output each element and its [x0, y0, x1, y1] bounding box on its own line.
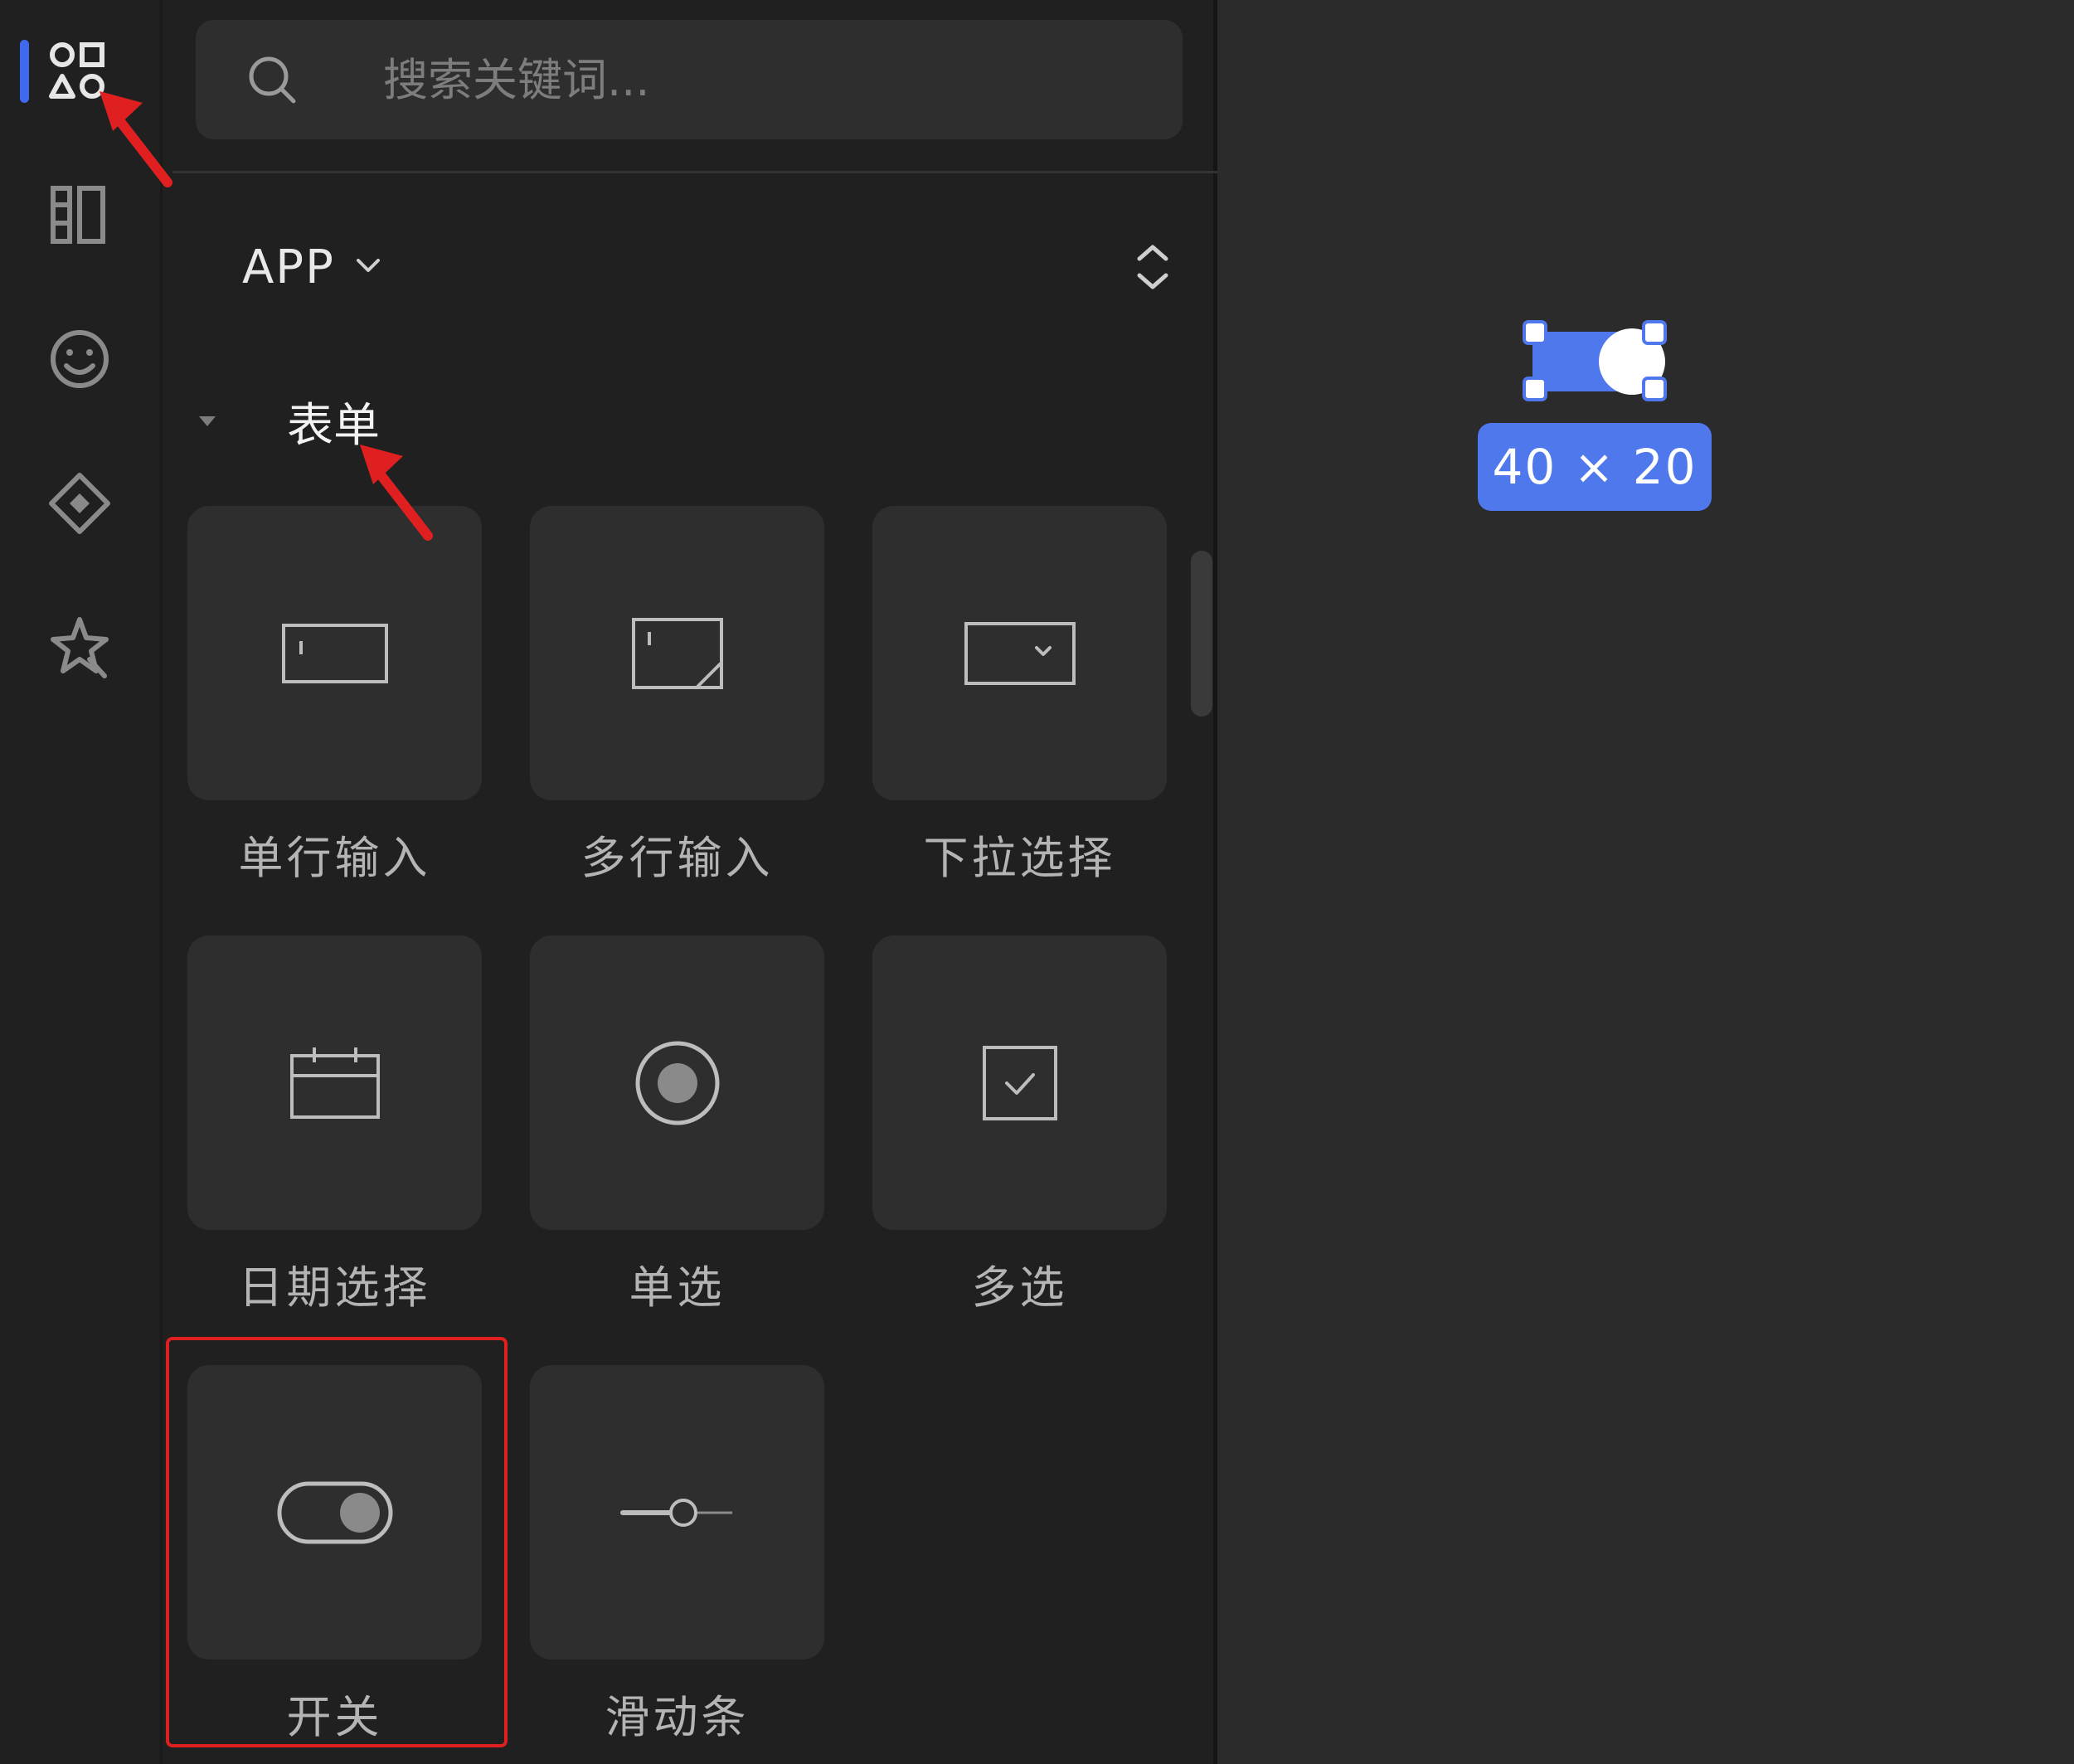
- panel-divider: [172, 171, 1217, 173]
- component-label: 日期选择: [238, 1261, 431, 1314]
- component-label: 单选: [629, 1261, 726, 1314]
- annotation-arrow-icon: [100, 91, 172, 187]
- search-box: [196, 20, 1183, 139]
- scope-label: APP: [242, 240, 335, 294]
- design-canvas[interactable]: [1222, 0, 2074, 1764]
- app-root: APP 表单 单行输入: [0, 0, 2074, 1764]
- component-dropdown-select[interactable]: [872, 506, 1167, 800]
- chevron-down-icon: [352, 249, 385, 285]
- annotation-arrow-icon: [360, 445, 433, 541]
- rail-item-magic[interactable]: [39, 607, 120, 688]
- resize-handle[interactable]: [1642, 377, 1667, 401]
- component-label: 单行输入: [238, 832, 431, 884]
- search-icon: [245, 53, 299, 106]
- resize-handle[interactable]: [1523, 377, 1547, 401]
- panel-scrollbar[interactable]: [1191, 551, 1212, 717]
- dropdown-select-icon: [964, 621, 1076, 685]
- resize-handle[interactable]: [1642, 320, 1667, 345]
- component-radio[interactable]: [530, 935, 824, 1230]
- selection-size-badge: 40 × 20: [1478, 423, 1712, 511]
- annotation-highlight-box: [166, 1337, 508, 1747]
- scope-dropdown[interactable]: APP: [242, 234, 385, 300]
- component-date-picker[interactable]: [187, 935, 482, 1230]
- component-label: 多行输入: [580, 832, 774, 884]
- smiley-icon: [51, 330, 109, 388]
- slider-icon: [619, 1498, 732, 1527]
- component-label: 滑动条: [605, 1691, 750, 1743]
- resize-handle[interactable]: [1523, 320, 1547, 345]
- diamond-icon: [49, 473, 110, 534]
- single-line-input-icon: [281, 623, 388, 683]
- caret-down-icon: [196, 405, 242, 438]
- component-checkbox[interactable]: [872, 935, 1167, 1230]
- component-single-line-input[interactable]: [187, 506, 482, 800]
- date-picker-icon: [289, 1047, 380, 1119]
- multi-line-input-icon: [631, 617, 723, 689]
- search-input[interactable]: [383, 45, 1129, 114]
- component-label: 下拉选择: [923, 832, 1116, 884]
- component-multi-line-input[interactable]: [530, 506, 824, 800]
- rail-item-assets[interactable]: [39, 463, 120, 544]
- radio-icon: [635, 1041, 719, 1125]
- component-label: 多选: [971, 1261, 1068, 1314]
- checkbox-icon: [982, 1045, 1057, 1120]
- icon-rail: [0, 0, 163, 1764]
- selected-switch-element[interactable]: [1518, 320, 1672, 403]
- rail-active-indicator: [20, 40, 29, 103]
- magic-star-icon: [51, 617, 109, 678]
- component-slider[interactable]: [530, 1365, 824, 1660]
- rail-item-emoji[interactable]: [39, 318, 120, 400]
- sort-toggle-icon[interactable]: [1129, 241, 1176, 294]
